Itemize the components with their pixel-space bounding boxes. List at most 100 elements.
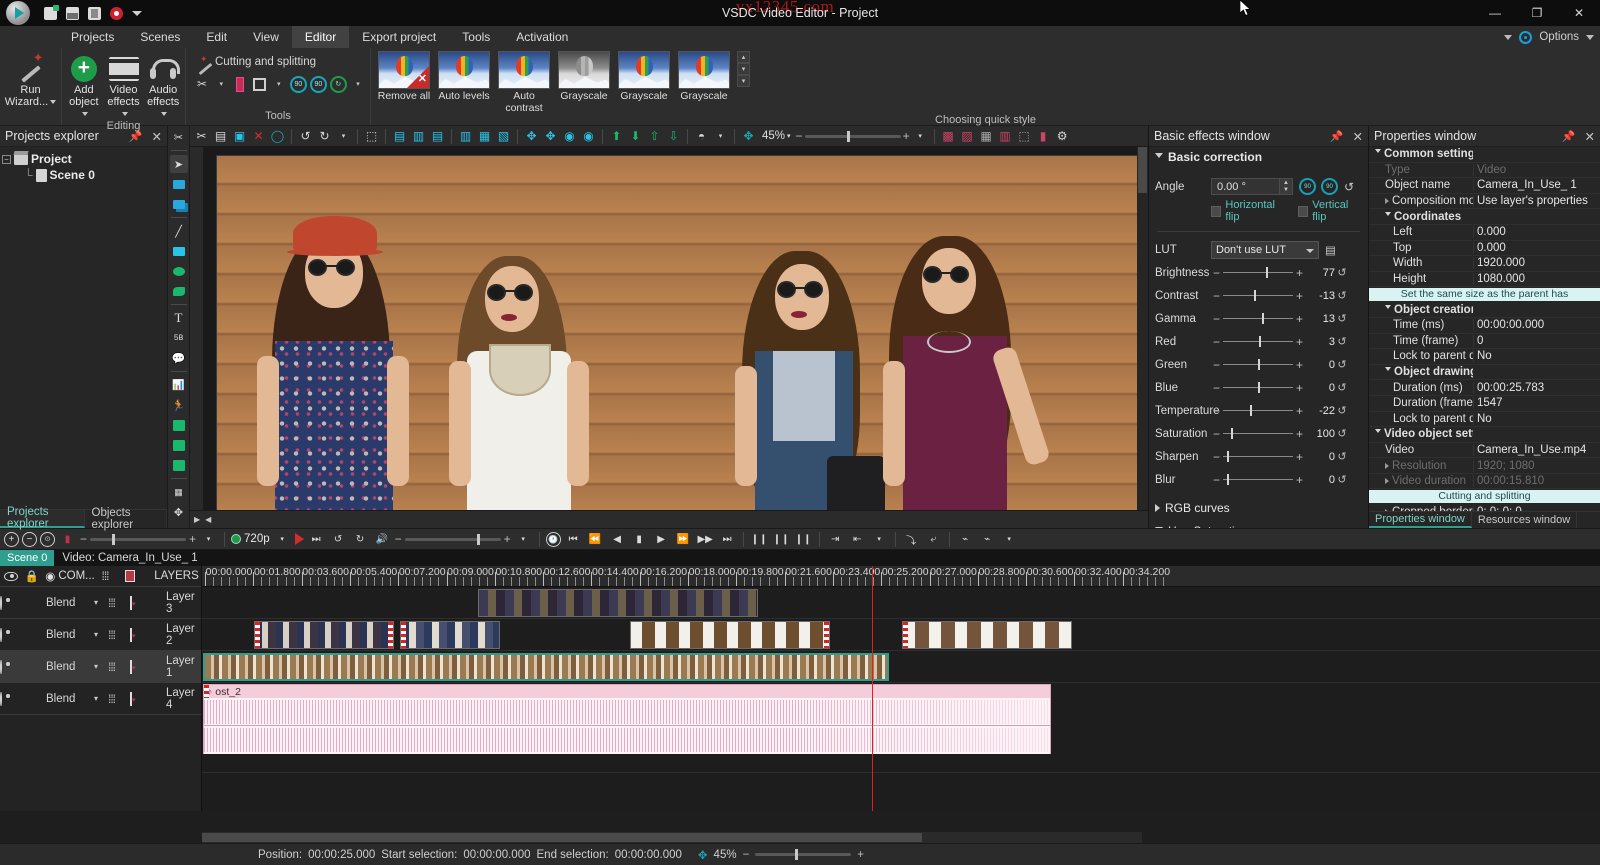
trim-dropdown-icon[interactable]: ▾ <box>870 530 889 548</box>
quick-style-grayscale-2[interactable]: Grayscale <box>615 51 673 102</box>
scene-tab[interactable]: Scene 0 <box>0 550 54 566</box>
decrement-icon[interactable]: − <box>1211 312 1222 326</box>
ellipse-icon[interactable] <box>170 262 188 280</box>
select-icon[interactable]: ◯ <box>269 128 286 145</box>
timeline-clip-selected[interactable] <box>203 653 889 681</box>
sprite-icon[interactable]: 🏃 <box>170 396 188 414</box>
layer-audio-icon[interactable]: ⁞⁞⁞ <box>108 692 130 706</box>
timeline-layer-row[interactable]: Blend ▾ ⁞⁞⁞ ▾ Layer 2 <box>0 619 201 651</box>
cutting-and-splitting-button[interactable]: Cutting and splitting <box>190 51 366 73</box>
menu-projects[interactable]: Projects <box>58 26 127 48</box>
property-row[interactable]: Object nameCamera_In_Use_ 1 <box>1369 178 1600 194</box>
layer-visibility-icon[interactable] <box>0 693 22 705</box>
volume-dropdown-icon[interactable]: ▾ <box>514 530 533 548</box>
increment-icon[interactable]: + <box>1294 450 1305 464</box>
scrollbar-thumb[interactable] <box>1138 147 1147 193</box>
decrement-icon[interactable]: − <box>1211 450 1222 464</box>
decrement-icon[interactable]: − <box>1211 427 1222 441</box>
property-value[interactable]: 00:00:15.810 <box>1473 475 1600 487</box>
quick-style-auto-levels[interactable]: Auto levels <box>435 51 493 102</box>
unlink-icon[interactable]: ⌁ <box>978 530 997 548</box>
next-frame-icon[interactable]: ▶▶ <box>696 530 715 548</box>
timeline-clip[interactable] <box>630 621 830 649</box>
slider-track[interactable] <box>1223 341 1293 342</box>
chevron-down-icon[interactable] <box>1385 367 1391 374</box>
zoom-fit-icon[interactable]: ⊙ <box>40 532 55 547</box>
copy-icon[interactable]: ▤ <box>212 128 229 145</box>
wave-icon[interactable]: ⁞⁞⁞ <box>94 569 116 583</box>
chevron-down-icon[interactable] <box>1385 212 1391 219</box>
play-icon[interactable]: ▶ <box>652 530 671 548</box>
lut-browse-icon[interactable]: ▤ <box>1325 243 1336 257</box>
tab-resources-window[interactable]: Resources window <box>1472 512 1577 528</box>
close-button[interactable]: ✕ <box>1558 0 1600 26</box>
link-dropdown-icon[interactable]: ▾ <box>1000 530 1019 548</box>
shadow-dropdown-icon[interactable]: ▾ <box>712 128 729 145</box>
video-icon[interactable] <box>170 456 188 474</box>
timeline-zoom-slider[interactable] <box>90 538 186 541</box>
rotate-right-90-icon[interactable]: 90 <box>310 73 327 95</box>
canvas-zoom-select[interactable]: 45% ▾ <box>759 130 794 142</box>
options-label[interactable]: Options <box>1539 31 1579 43</box>
property-value[interactable]: 1920; 1080 <box>1473 460 1600 472</box>
property-action-button[interactable]: Cutting and splitting <box>1369 490 1600 503</box>
guides-icon[interactable]: ▥ <box>997 128 1014 145</box>
delete-icon[interactable]: ✕ <box>250 128 267 145</box>
timeline-layer-row[interactable]: Blend ▾ ⁞⁞⁞ ▾ Layer 1 <box>0 651 201 683</box>
menu-activation[interactable]: Activation <box>503 26 581 48</box>
slider-track[interactable] <box>1223 456 1293 457</box>
scene-object-label[interactable]: Video: Camera_In_Use_ 1 <box>54 552 205 564</box>
quick-style-grayscale-3[interactable]: Grayscale <box>675 51 733 102</box>
fit-width-icon[interactable]: ◉ <box>561 128 578 145</box>
prev-frame-icon[interactable]: ◀ <box>608 530 627 548</box>
tab-properties-window[interactable]: Properties window <box>1369 512 1472 528</box>
timeline-tracks[interactable]: 00:00.00000:01.80000:03.60000:05.40000:0… <box>202 566 1600 811</box>
menu-edit[interactable]: Edit <box>193 26 240 48</box>
decrement-icon[interactable]: − <box>1211 266 1222 280</box>
expand-gallery-icon[interactable]: ▾ <box>737 75 750 87</box>
go-start-icon[interactable]: ⏮ <box>564 530 583 548</box>
rotate-right-90-icon[interactable]: 90 <box>1321 178 1338 195</box>
pin-icon[interactable]: 📌 <box>1330 130 1344 143</box>
scroll-up-icon[interactable]: ▴ <box>737 51 750 63</box>
send-backward-icon[interactable]: ⬇ <box>627 128 644 145</box>
pin-icon[interactable]: 📌 <box>1562 130 1576 143</box>
align-bottom-icon[interactable]: ▧ <box>495 128 512 145</box>
undo-icon[interactable]: ↺ <box>297 128 314 145</box>
reset-icon[interactable]: ↺ <box>1335 404 1349 417</box>
property-value[interactable]: 1080.000 <box>1473 273 1600 285</box>
rotate-left-90-icon[interactable]: 90 <box>290 73 307 95</box>
tab-projects-explorer[interactable]: Projects explorer <box>0 510 85 528</box>
quick-style-auto-contrast[interactable]: Auto contrast <box>495 51 553 114</box>
timeline-clip[interactable] <box>254 621 394 649</box>
increment-icon[interactable]: + <box>1294 381 1305 395</box>
property-row[interactable]: Lock to parent durNo <box>1369 412 1600 428</box>
slider-track[interactable] <box>1223 410 1293 411</box>
canvas-zoom-slider[interactable] <box>805 135 901 138</box>
align-top-icon[interactable]: ▥ <box>457 128 474 145</box>
timeline-clip[interactable] <box>902 621 1072 649</box>
lock-icon[interactable]: 🔒 <box>22 569 42 583</box>
split-icon[interactable]: ❙❙ <box>750 530 769 548</box>
eye-icon[interactable] <box>0 572 22 581</box>
layer-name[interactable]: Layer 4 <box>158 687 201 711</box>
chevron-right-icon[interactable] <box>1385 463 1389 469</box>
chevron-down-icon[interactable] <box>1375 149 1381 156</box>
distribute-v-icon[interactable]: ✥ <box>542 128 559 145</box>
vertical-flip-checkbox[interactable]: Vertical flip <box>1298 199 1362 223</box>
bring-forward-icon[interactable]: ⬆ <box>608 128 625 145</box>
volume-slider[interactable] <box>405 538 501 541</box>
property-value[interactable]: Video <box>1473 164 1600 176</box>
split3-icon[interactable]: ❙❙ <box>794 530 813 548</box>
property-row[interactable]: VideoCamera_In_Use.mp4 <box>1369 443 1600 459</box>
slider-track[interactable] <box>1223 433 1293 434</box>
run-wizard-button[interactable]: RunWizard... <box>4 51 57 108</box>
decrement-icon[interactable]: − <box>1211 358 1222 372</box>
tab-objects-explorer[interactable]: Objects explorer <box>85 510 167 528</box>
layer-name[interactable]: Layer 2 <box>158 623 201 647</box>
property-value[interactable]: 1920.000 <box>1473 257 1600 269</box>
horizontal-flip-checkbox[interactable]: Horizontal flip <box>1211 199 1288 223</box>
rotate-dropdown-icon[interactable]: ▾ <box>350 73 366 95</box>
reset-icon[interactable]: ↺ <box>1335 335 1349 348</box>
increment-icon[interactable]: + <box>1294 358 1305 372</box>
